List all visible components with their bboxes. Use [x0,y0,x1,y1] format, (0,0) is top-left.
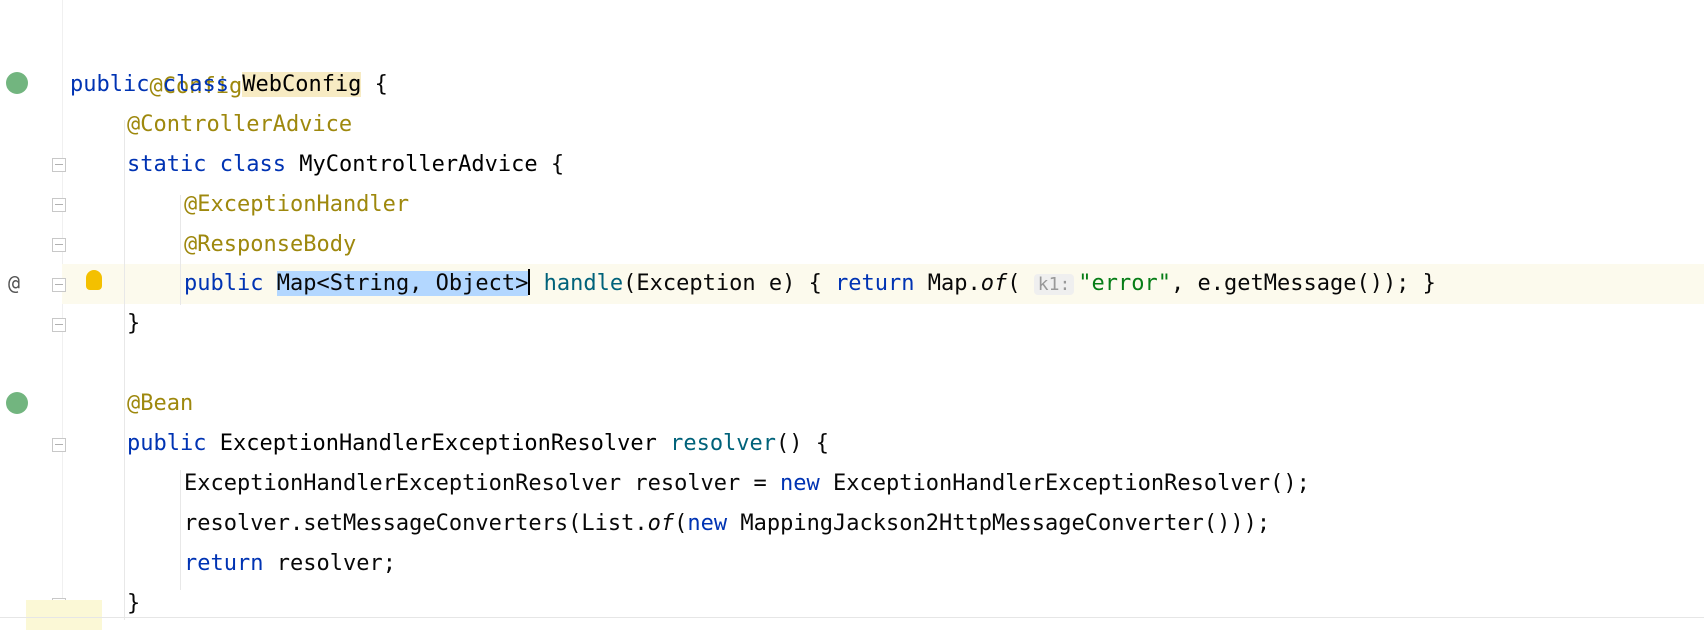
code-line[interactable]: resolver.setMessageConverters(List.of(ne… [184,504,1270,544]
method-name: of [647,511,675,536]
keyword: class [219,152,286,177]
method-name[interactable]: handle [544,271,623,296]
code-line[interactable]: @Bean [127,384,193,424]
annotation: @Bean [127,391,194,416]
code-text: ExceptionHandlerExceptionResolver(); [819,471,1310,496]
code-line[interactable]: return resolver; [184,544,396,584]
code-text: ( [1007,271,1034,296]
keyword: return [835,271,915,296]
code-line[interactable]: @ResponseBody [184,225,356,265]
code-text: resolver; [263,551,396,576]
code-text: ExceptionHandlerExceptionResolver resolv… [184,471,781,496]
keyword: new [780,471,820,496]
code-line[interactable]: public ExceptionHandlerExceptionResolver… [127,424,829,464]
class-name[interactable]: MyControllerAdvice [299,152,537,177]
code-line[interactable]: ExceptionHandlerExceptionResolver resolv… [184,464,1310,504]
code-area[interactable]: @Configuration public class WebConfig { … [0,0,1704,630]
code-text: , e.getMessage()); } [1171,271,1436,296]
selection[interactable]: Map<String, Object> [276,271,529,296]
brace: { [361,72,388,97]
brace: } [127,591,141,616]
code-line[interactable]: public class WebConfig { [70,65,388,105]
annotation: @ExceptionHandler [184,192,410,217]
string-literal: "error" [1078,271,1172,296]
parameter-hint: k1: [1033,274,1075,295]
keyword: public [70,72,150,97]
brace: { [537,152,565,177]
code-line-current[interactable]: public Map<String, Object> handle(Except… [184,264,1436,304]
code-text: resolver.setMessageConverters(List. [184,511,648,536]
annotation: @ControllerAdvice [127,112,353,137]
code-line[interactable]: } [127,304,140,344]
code-line[interactable]: @ExceptionHandler [184,185,409,225]
keyword: public [184,271,264,296]
editor-bottom-border [0,617,1704,618]
keyword: new [687,511,728,536]
code-text: ( [674,511,688,536]
code-line[interactable]: @ControllerAdvice [127,105,352,145]
type-name: ExceptionHandlerExceptionResolver [219,431,657,456]
brace: } [127,311,141,336]
code-line[interactable]: } [127,584,140,624]
method-name: of [980,271,1008,296]
code-text: Map. [914,271,981,296]
keyword: public [127,431,207,456]
code-text: () { [776,431,830,456]
keyword: return [184,551,264,576]
code-line[interactable]: @Configuration [70,27,334,99]
keyword: class [162,72,229,97]
code-line[interactable]: static class MyControllerAdvice { [127,145,564,185]
keyword: static [127,152,207,177]
method-name[interactable]: resolver [670,431,776,456]
code-editor[interactable]: @ @Configuration public class WebConfig … [0,0,1704,630]
text-caret [528,269,531,295]
params: (Exception e) { [623,271,836,296]
code-text: MappingJackson2HttpMessageConverter())); [727,511,1271,536]
annotation: @ResponseBody [184,232,357,257]
class-name[interactable]: WebConfig [242,72,362,97]
